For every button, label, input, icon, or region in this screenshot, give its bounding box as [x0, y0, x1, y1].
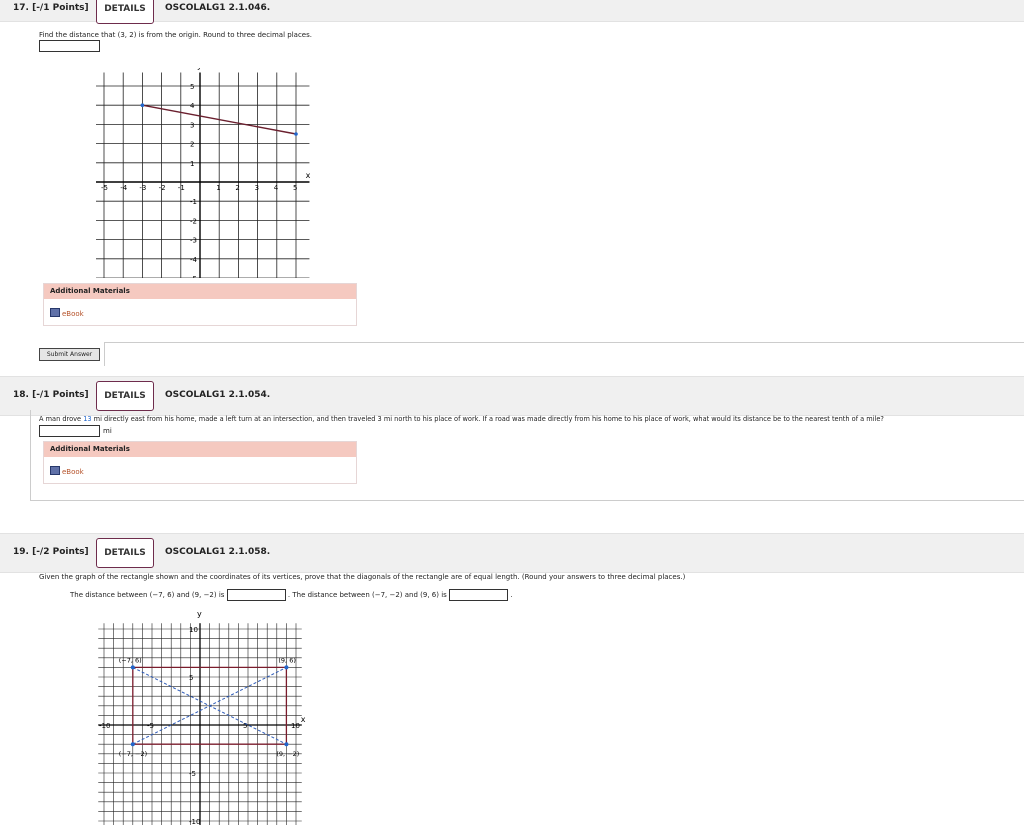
- y-tick-label: 3: [190, 121, 194, 129]
- q18-divider-vertical: [30, 410, 31, 500]
- q19-details-button[interactable]: DETAILS: [96, 538, 154, 568]
- x-tick-label: 1: [216, 184, 220, 192]
- x-tick-label: -1: [178, 184, 185, 192]
- q18-unit: mi: [103, 427, 112, 435]
- q18-prompt-start: A man drove: [39, 415, 84, 423]
- q19-distance-text-3: .: [510, 591, 513, 599]
- q17-code: OSCOLALG1 2.1.046.: [165, 3, 271, 13]
- x-tick-label: 3: [255, 184, 259, 192]
- q18-answer-input[interactable]: [39, 425, 100, 437]
- q19-distance-text-2: . The distance between (−7, −2) and (9, …: [287, 591, 447, 599]
- x-axis-label: x: [301, 715, 306, 724]
- q18-prompt-number: 13: [83, 415, 92, 423]
- q17-materials-title: Additional Materials: [44, 284, 356, 299]
- q18-materials-panel: Additional Materials eBook: [43, 441, 357, 484]
- y-tick-label: -5: [189, 770, 196, 778]
- q19-answer-1-input[interactable]: [226, 589, 286, 601]
- q19-distance-text-1: The distance between (−7, 6) and (9, −2)…: [70, 591, 225, 599]
- q19-prompt: Given the graph of the rectangle shown a…: [39, 573, 686, 581]
- x-tick-label: -5: [147, 722, 154, 730]
- y-axis-label: y: [197, 610, 202, 619]
- y-tick-label: 10: [189, 626, 198, 634]
- q18-prompt-end: mi directly east from his home, made a l…: [91, 415, 884, 423]
- q18-ebook-label: eBook: [62, 468, 84, 476]
- q18-points: 18. [-/1 Points]: [13, 390, 89, 400]
- y-tick-label: -5: [190, 275, 197, 278]
- q17-divider: [104, 342, 1024, 343]
- q17-ebook-label: eBook: [62, 310, 84, 318]
- x-tick-label: 4: [274, 184, 279, 192]
- vertex-point: [130, 742, 135, 747]
- q17-header: 17. [-/1 Points] DETAILS OSCOLALG1 2.1.0…: [0, 0, 1024, 24]
- segment-endpoint: [140, 103, 145, 107]
- q18-code: OSCOLALG1 2.1.054.: [165, 390, 271, 400]
- q18-ebook-link[interactable]: eBook: [50, 466, 84, 476]
- q17-graph: -5 -4 -3 -2 -1 1 2 3 4 5 5 4 3 2 1 -1 -2 -3 -4 -5 x y: [96, 68, 311, 278]
- vertex-point: [284, 665, 289, 670]
- x-tick-label: 10: [291, 722, 300, 730]
- y-tick-label: 1: [190, 160, 194, 168]
- q17-points: 17. [-/1 Points]: [13, 3, 89, 13]
- q17-divider-vertical: [104, 342, 105, 366]
- q19-header: 19. [-/2 Points] DETAILS OSCOLALG1 2.1.0…: [0, 533, 1024, 573]
- q18-details-button[interactable]: DETAILS: [96, 381, 154, 411]
- q17-ebook-link[interactable]: eBook: [50, 308, 84, 318]
- y-tick-label: 4: [190, 102, 195, 110]
- q17-submit-button[interactable]: Submit Answer: [39, 348, 100, 361]
- x-tick-label: 2: [235, 184, 239, 192]
- y-tick-label: 5: [189, 674, 193, 682]
- q18-divider: [30, 500, 1024, 501]
- q17-details-button[interactable]: DETAILS: [96, 0, 154, 24]
- vertex-point: [284, 742, 289, 747]
- book-icon: [50, 466, 60, 475]
- vertex-label: (9, 6): [278, 656, 295, 664]
- y-tick-label: -3: [190, 237, 197, 245]
- segment-endpoint: [294, 132, 298, 136]
- x-axis-label: x: [306, 171, 311, 180]
- q18-materials-title: Additional Materials: [44, 442, 356, 457]
- y-tick-label: -4: [190, 256, 198, 264]
- x-tick-label: -3: [139, 184, 146, 192]
- q18-header: 18. [-/1 Points] DETAILS OSCOLALG1 2.1.0…: [0, 376, 1024, 416]
- y-tick-label: -2: [190, 217, 197, 225]
- book-icon: [50, 308, 60, 317]
- q17-prompt: Find the distance that (3, 2) is from th…: [39, 31, 312, 39]
- vertex-label: (−7, 6): [119, 656, 142, 664]
- y-axis-label: y: [197, 68, 202, 71]
- y-tick-label: -1: [190, 198, 197, 206]
- vertex-point: [130, 665, 135, 670]
- q17-answer-input[interactable]: [39, 40, 100, 52]
- vertex-label: (9, −2): [276, 750, 299, 758]
- y-tick-label: 5: [190, 83, 194, 91]
- x-tick-label: -2: [159, 184, 166, 192]
- q19-points: 19. [-/2 Points]: [13, 547, 89, 557]
- y-tick-label: 2: [190, 141, 194, 149]
- vertex-label: (−7, −2): [119, 750, 147, 758]
- y-tick-label: -10: [189, 818, 200, 825]
- x-tick-label: 5: [293, 184, 297, 192]
- q18-prompt: A man drove 13 mi directly east from his…: [39, 415, 884, 423]
- q17-materials-panel: Additional Materials eBook: [43, 283, 357, 326]
- x-tick-label: -5: [101, 184, 108, 192]
- q19-answer-2-input[interactable]: [449, 589, 509, 601]
- q19-distance-line: The distance between (−7, 6) and (9, −2)…: [70, 589, 513, 601]
- q19-code: OSCOLALG1 2.1.058.: [165, 547, 271, 557]
- x-tick-label: -4: [120, 184, 128, 192]
- q19-graph: -10 -5 5 10105-5-10xy(−7, 6) (9, 6)(9, −2)(−…: [98, 610, 306, 825]
- x-tick-label: -10: [99, 722, 110, 730]
